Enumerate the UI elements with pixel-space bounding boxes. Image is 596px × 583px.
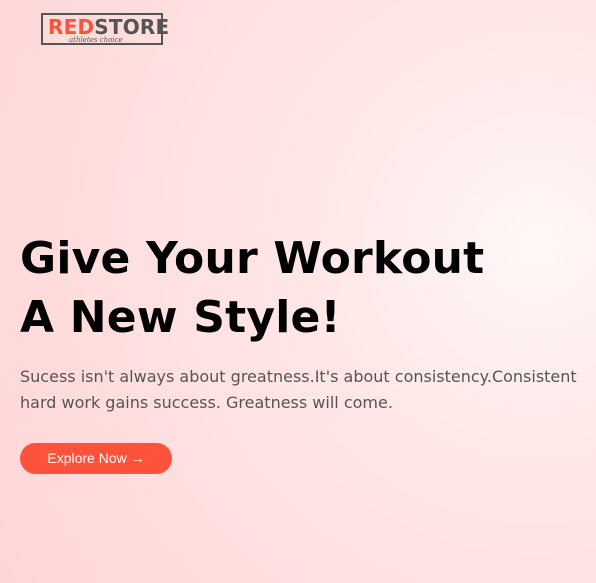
hero-title: Give Your Workout A New Style! [20, 229, 560, 347]
explore-now-button[interactable]: Explore Now → [20, 443, 172, 474]
redstore-logo[interactable]: REDSTORE athletes choice [41, 13, 169, 45]
hero-title-line-2: A New Style! [20, 292, 341, 343]
hero-title-line-1: Give Your Workout [20, 233, 485, 284]
hero-description: Sucess isn't always about greatness.It's… [20, 367, 577, 412]
logo-wordmark: REDSTORE [48, 17, 169, 37]
